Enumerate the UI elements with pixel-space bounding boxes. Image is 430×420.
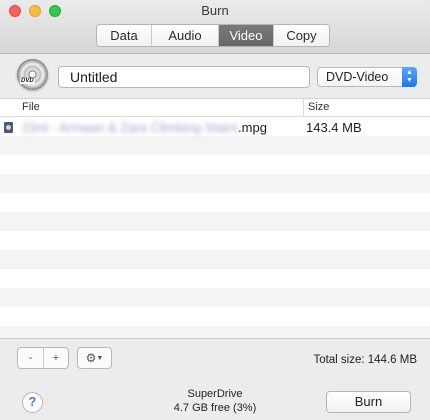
dvd-badge: DVD (20, 78, 35, 84)
format-select[interactable]: DVD-Video ▲ ▼ (317, 67, 417, 87)
format-select-value: DVD-Video (326, 70, 389, 84)
drive-free-space: 4.7 GB free (3%) (173, 402, 257, 414)
file-extension: .mpg (238, 120, 267, 135)
window-title: Burn (201, 3, 229, 18)
file-name: 23rd - Armaan & Zara Climbing Stairs.mpg (22, 118, 267, 137)
help-button[interactable]: ? (22, 392, 43, 413)
column-header-size[interactable]: Size (303, 99, 329, 116)
disc-name-input[interactable] (58, 66, 310, 88)
tab-data[interactable]: Data (97, 25, 152, 46)
tab-audio[interactable]: Audio (152, 25, 219, 46)
bottom-bar: - + ⚙▼ Total size: 144.6 MB ? SuperDrive… (0, 339, 430, 420)
add-remove-group: - + (17, 347, 69, 369)
video-file-icon (4, 122, 13, 133)
list-background (0, 117, 430, 338)
chevron-updown-icon: ▲ ▼ (402, 67, 417, 87)
remove-button[interactable]: - (18, 348, 43, 368)
tab-copy[interactable]: Copy (274, 25, 329, 46)
tab-video[interactable]: Video (219, 25, 274, 46)
file-size: 143.4 MB (306, 120, 362, 135)
file-list[interactable]: File Size 23rd - Armaan & Zara Climbing … (0, 98, 430, 339)
list-header: File Size (0, 99, 430, 117)
title-bar: Burn Data Audio Video Copy (0, 0, 430, 54)
drive-info: SuperDrive 4.7 GB free (3%) (150, 387, 280, 415)
dvd-disc-icon: DVD (17, 59, 48, 90)
caret-down-icon: ▼ (96, 354, 104, 362)
total-size: Total size: 144.6 MB (313, 354, 417, 366)
drive-name: SuperDrive (187, 388, 243, 400)
gear-icon: ⚙ (85, 351, 97, 365)
table-row[interactable]: 23rd - Armaan & Zara Climbing Stairs.mpg… (0, 118, 430, 137)
burn-button[interactable]: Burn (326, 391, 411, 413)
column-header-file[interactable]: File (22, 99, 40, 116)
mode-tabs: Data Audio Video Copy (96, 24, 330, 47)
action-menu-button[interactable]: ⚙▼ (77, 347, 112, 369)
add-button[interactable]: + (43, 348, 68, 368)
burn-window: Burn Data Audio Video Copy DVD DVD-Video… (0, 0, 430, 420)
file-name-blurred: 23rd - Armaan & Zara Climbing Stairs (22, 120, 239, 135)
